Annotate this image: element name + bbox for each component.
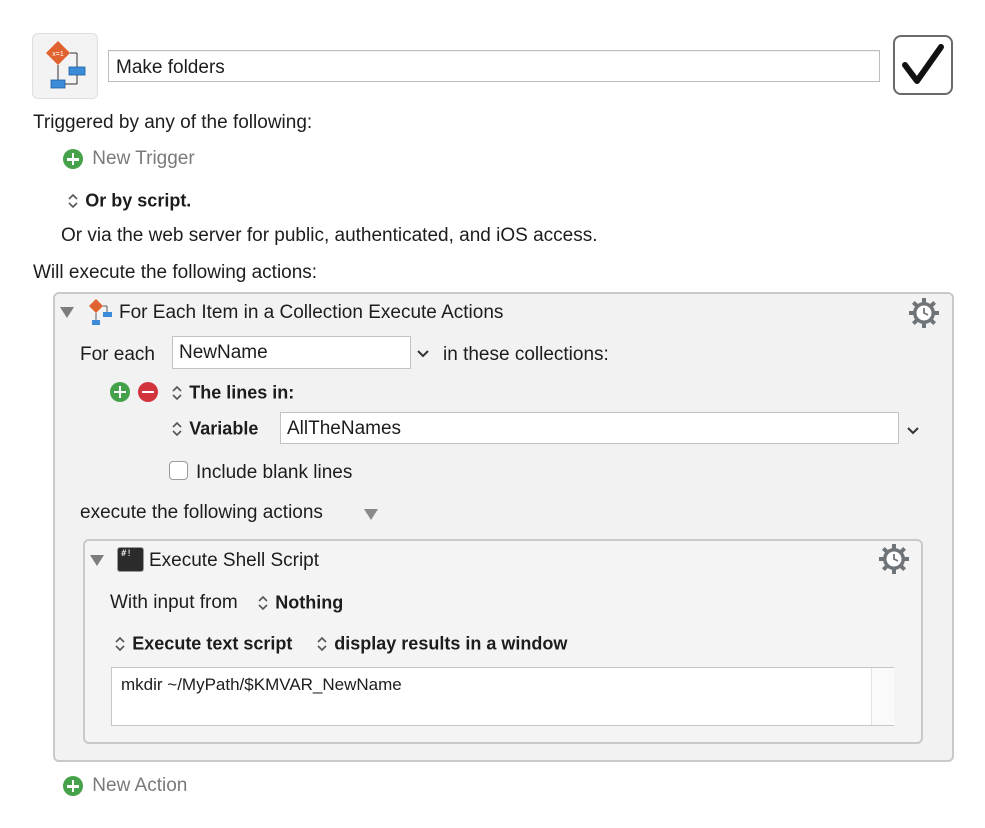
checkmark-icon	[902, 44, 944, 84]
gear-clock-icon[interactable]	[908, 297, 940, 335]
flowchart-icon: x=1	[46, 41, 86, 89]
for-each-action-icon	[85, 296, 117, 334]
variable-menu-chevron-icon[interactable]	[416, 345, 430, 367]
add-icon	[63, 149, 83, 169]
collection-type-label: The lines in:	[189, 382, 295, 403]
new-trigger-button[interactable]: New Trigger	[63, 148, 195, 170]
collapse-triangle-icon[interactable]	[60, 307, 74, 318]
updown-chevron-icon	[66, 192, 80, 210]
source-type-label: Variable	[189, 418, 259, 439]
script-scrollbar[interactable]	[871, 668, 894, 725]
updown-chevron-icon	[256, 594, 270, 612]
output-mode-label: display results in a window	[334, 633, 568, 654]
shell-script-action-title: Execute Shell Script	[149, 550, 320, 571]
loop-variable-field[interactable]: NewName	[172, 336, 411, 369]
script-option-label: Or by script.	[85, 190, 192, 211]
in-collections-label: in these collections:	[443, 344, 609, 365]
include-blank-lines-checkbox[interactable]	[169, 461, 188, 480]
macro-enabled-checkbox[interactable]	[893, 35, 953, 95]
new-action-button[interactable]: New Action	[63, 775, 187, 797]
svg-text:x=1: x=1	[52, 51, 64, 58]
source-type-popup[interactable]: Variable	[170, 418, 258, 440]
script-option-popup[interactable]: Or by script.	[66, 190, 191, 212]
new-trigger-label: New Trigger	[92, 148, 195, 169]
terminal-icon: #!	[117, 547, 144, 572]
execute-actions-label: execute the following actions	[80, 502, 323, 523]
source-variable-menu-chevron-icon[interactable]	[906, 422, 920, 444]
collection-add-remove	[110, 381, 159, 403]
input-from-label: With input from	[110, 592, 238, 613]
for-each-action-title: For Each Item in a Collection Execute Ac…	[119, 302, 504, 323]
macro-name-field[interactable]: Make folders	[108, 50, 880, 82]
script-text-area[interactable]: mkdir ~/MyPath/$KMVAR_NewName	[111, 667, 894, 726]
input-from-popup[interactable]: Nothing	[256, 592, 343, 614]
updown-chevron-icon	[113, 635, 127, 653]
collapse-triangle-icon[interactable]	[90, 555, 104, 566]
input-from-value: Nothing	[275, 592, 344, 613]
add-collection-button[interactable]	[110, 381, 130, 402]
new-action-label: New Action	[92, 775, 188, 796]
source-variable-field[interactable]: AllTheNames	[280, 412, 899, 444]
output-mode-popup[interactable]: display results in a window	[315, 633, 567, 655]
updown-chevron-icon	[170, 384, 184, 402]
macro-icon[interactable]: x=1	[32, 33, 98, 99]
triggers-heading: Triggered by any of the following:	[33, 112, 313, 133]
web-server-note: Or via the web server for public, authen…	[61, 225, 598, 246]
script-mode-popup[interactable]: Execute text script	[113, 633, 292, 655]
add-icon	[63, 776, 83, 796]
gear-clock-icon[interactable]	[878, 543, 910, 581]
remove-collection-button[interactable]	[138, 381, 159, 402]
actions-heading: Will execute the following actions:	[33, 262, 318, 283]
script-mode-label: Execute text script	[132, 633, 293, 654]
updown-chevron-icon	[315, 635, 329, 653]
execute-actions-menu-triangle-icon[interactable]	[364, 509, 378, 520]
include-blank-lines-label: Include blank lines	[196, 462, 353, 483]
for-each-label: For each	[80, 344, 155, 365]
updown-chevron-icon	[170, 420, 184, 438]
collection-type-popup[interactable]: The lines in:	[170, 382, 294, 404]
